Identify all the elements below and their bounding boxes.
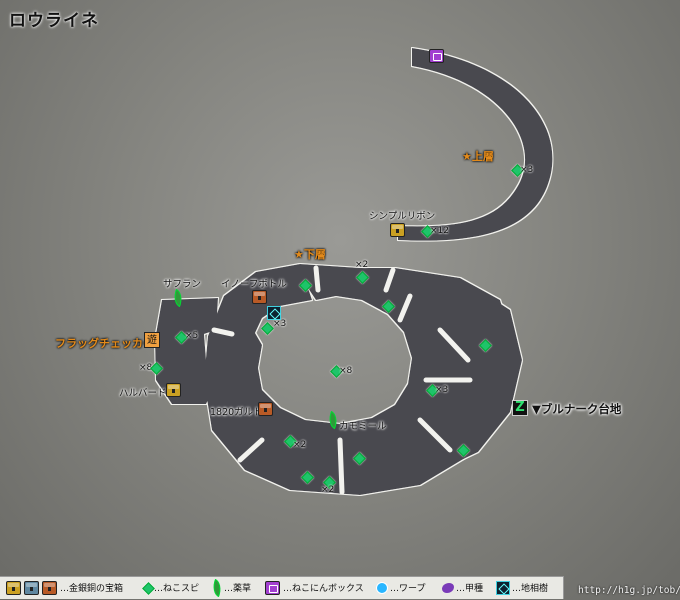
upper-floor-text: 上層 [471,150,494,163]
copper-chest-icon [258,402,273,416]
item-flag-checker: フラッグチェッカー [55,337,154,350]
gold-chest-icon [6,581,21,595]
silver-chest-icon [24,581,39,595]
neko-box-icon [265,581,280,595]
exit-label[interactable]: ▼ブルナーク台地 [532,401,621,417]
count-bottom-x2a: ×2 [293,440,307,450]
item-saffron: サフラン [163,279,202,290]
sep-bottom [337,437,345,495]
neko-spi-icon [142,582,155,595]
lower-floor-label: ★下層 [294,248,326,261]
beetle-icon [442,583,454,593]
copper-chest-icon [42,581,57,595]
legend-neko-box: …ねこにんボックス [283,584,364,594]
legend-tree: …地相樹 [512,584,549,594]
count-top-x2: ×2 [355,260,369,270]
exit-icon[interactable]: Z [512,400,528,416]
count-upper-right: ×3 [520,165,534,175]
upper-floor-label: ★上層 [462,150,494,163]
count-right-x3: ×3 [435,385,449,395]
item-inofubottle: イノーフボトル [221,279,287,290]
item-halberd: ハルバード [119,388,167,399]
sep-top [313,265,321,293]
earth-tree-icon [267,306,281,320]
map-layout [155,48,553,495]
legend-neko-spi: …ねこスピ [154,584,200,594]
gold-chest-icon [390,223,405,237]
legend-herb: …薬草 [224,584,252,594]
map-stage: ロウライネ ★上層 ×3 シンプルリボン ×12 ★下層 ×2 サフラン イノー… [0,0,680,600]
lower-floor-text: 下層 [303,248,326,261]
count-center-x8: ×8 [339,366,353,376]
map-title: ロウライネ [9,11,99,31]
herb-icon [209,578,225,598]
neko-box-icon [429,49,444,63]
minigame-icon: 遊 [144,332,160,348]
legend-beetle: …甲種 [456,584,484,594]
credit-url[interactable]: http://h1g.jp/tob/ [578,585,680,596]
item-simple-ribbon: シンプルリボン [369,211,436,222]
count-left-x5: ×5 [185,331,199,341]
earth-tree-icon [496,581,510,595]
legend-warp: …ワープ [390,584,426,594]
copper-chest-icon [252,290,267,304]
item-gald: 1820ガルド [210,407,263,418]
legend-chest: …金銀銅の宝箱 [60,584,124,594]
item-chamomile: カモミール [339,421,387,432]
legend-bar: …金銀銅の宝箱 …ねこスピ …薬草 …ねこにんボックス …ワープ …甲種 …地相… [0,576,564,599]
count-upper-bottom: ×12 [430,226,449,236]
gold-chest-icon [166,383,181,397]
warp-icon [376,582,388,594]
count-tree-x3: ×3 [273,319,287,329]
count-bottom-x2b: ×2 [321,485,335,495]
